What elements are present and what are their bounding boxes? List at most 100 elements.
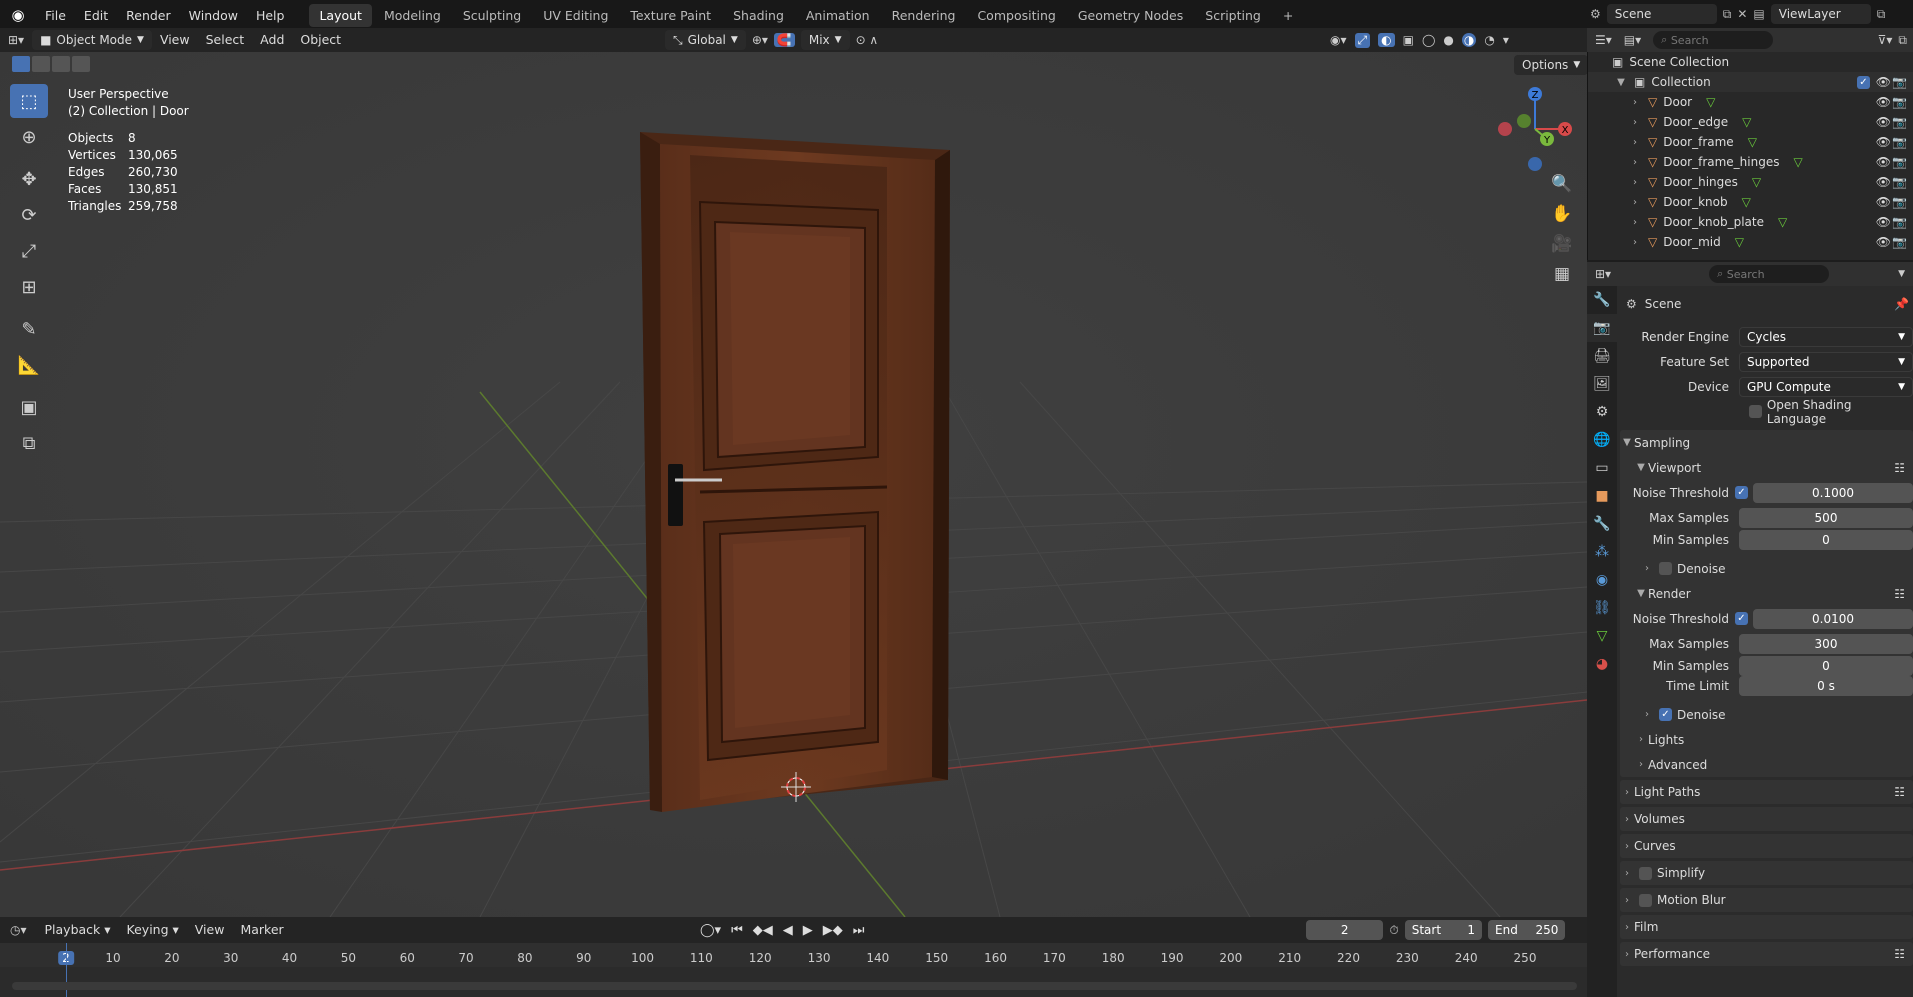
annotate-tool-icon[interactable]: ✎ [10,312,48,346]
material-shading-icon[interactable]: ◑ [1461,33,1477,47]
tab-texture-paint[interactable]: Texture Paint [620,4,721,27]
list-icon[interactable]: ☷ [1894,785,1913,799]
device-dropdown[interactable]: GPU Compute ▼ [1739,376,1913,397]
scale-tool-icon[interactable]: ⤢ [10,234,48,268]
scene-tab-icon[interactable]: ⚙ [1587,398,1617,426]
outliner-item[interactable]: › ▽ Door_hinges ▽ 👁 📷 [1588,172,1913,192]
chevron-right-icon[interactable]: › [1628,117,1642,128]
viewport-denoise-header[interactable]: › Denoise [1620,556,1913,581]
tab-geometry-nodes[interactable]: Geometry Nodes [1068,4,1193,27]
auto-key-icon[interactable]: ◯▾ [700,923,721,938]
menu-playback[interactable]: Playback ▾ [37,919,119,941]
menu-keying[interactable]: Keying ▾ [119,919,187,941]
chevron-right-icon[interactable]: › [1628,97,1642,108]
measure-tool-icon[interactable]: 📐 [10,348,48,382]
eye-icon[interactable]: 👁 [1876,155,1891,169]
camera-icon[interactable]: 📷 [1892,95,1907,109]
frame-ruler[interactable]: 210 20 30 40 50 60 70 80 90 100 110 120 130 140 150 160… [0,943,1587,967]
solid-shading-icon[interactable]: ● [1443,33,1453,47]
rendered-shading-icon[interactable]: ◔ [1484,33,1494,47]
sampling-header[interactable]: ▼ Sampling [1620,430,1913,455]
3d-viewport[interactable]: Options ▼ ⬚ ⊕ ✥ ⟳ ⤢ ⊞ ✎ 📐 ▣ ⧉ User Perspe… [0,52,1587,917]
chevron-down-icon[interactable]: ▼ [1898,269,1913,279]
outliner-scene-collection[interactable]: ▣ Scene Collection [1588,52,1913,72]
outliner-item[interactable]: › ▽ Door ▽ 👁 📷 [1588,92,1913,112]
editor-type-icon[interactable]: ⊞▾ [0,33,32,47]
max-samples-field[interactable]: 500 [1739,507,1913,528]
navigation-gizmo[interactable]: Z X Y [1490,84,1580,174]
proportional-edit-icon[interactable]: ⊙ ∧ [856,33,879,47]
chevron-down-icon[interactable]: ▼ [1614,77,1628,88]
tab-modeling[interactable]: Modeling [374,4,451,27]
render-engine-dropdown[interactable]: Cycles ▼ [1739,326,1913,347]
section-header[interactable]: › Curves [1620,834,1913,858]
rotate-tool-icon[interactable]: ⟳ [10,198,48,232]
advanced-subpanel-header[interactable]: › Advanced [1620,752,1913,777]
xray-icon[interactable]: ▣ [1403,33,1414,47]
camera-icon[interactable]: 📷 [1892,195,1907,209]
chevron-right-icon[interactable]: › [1628,177,1642,188]
visibility-icon[interactable]: ◉▾ [1330,33,1347,47]
current-frame-field[interactable]: 2 [1306,920,1384,940]
camera-icon[interactable]: 📷 [1892,175,1907,189]
mesh-data-icon[interactable]: ▽ [1742,195,1751,209]
section-header[interactable]: › Performance ☷ [1620,942,1913,966]
new-scene-icon[interactable]: ⧉ [1723,7,1732,22]
select-box-tool-icon[interactable]: ⬚ [10,84,48,118]
noise-threshold-field[interactable]: 0.1000 [1753,482,1913,503]
properties-editor-icon[interactable]: ⊞▾ [1587,267,1619,281]
delete-scene-icon[interactable]: ✕ [1737,7,1747,21]
timeline-scrollbar[interactable] [12,982,1577,990]
data-tab-icon[interactable]: ▽ [1587,622,1617,650]
eye-icon[interactable]: 👁 [1876,75,1891,89]
menu-render[interactable]: Render [117,8,180,23]
add-workspace-icon[interactable]: + [1273,4,1303,27]
door-model[interactable] [640,132,950,812]
neg-z-icon[interactable] [1528,157,1542,171]
mesh-data-icon[interactable]: ▽ [1748,135,1757,149]
timeline-area[interactable]: 210 20 30 40 50 60 70 80 90 100 110 120 130 140 150 160… [0,943,1587,997]
mode-selector[interactable]: ■ Object Mode ▼ [32,30,152,50]
add-cube-tool-icon[interactable]: ▣ [10,390,48,424]
menu-add[interactable]: Add [252,29,292,51]
preview-range-icon[interactable]: ⏱ [1389,923,1398,938]
outliner-item[interactable]: › ▽ Door_edge ▽ 👁 📷 [1588,112,1913,132]
orientation-selector[interactable]: ⤡ Global ▼ [665,30,746,50]
outliner-item[interactable]: › ▽ Door_frame_hinges ▽ 👁 📷 [1588,152,1913,172]
wireframe-shading-icon[interactable]: ◯ [1422,33,1435,47]
select-subtract-icon[interactable] [52,56,70,72]
eye-icon[interactable]: 👁 [1876,215,1891,229]
mesh-data-icon[interactable]: ▽ [1735,235,1744,249]
section-header[interactable]: › Motion Blur [1620,888,1913,912]
list-icon[interactable]: ☷ [1894,461,1913,475]
render-subpanel-header[interactable]: ▼ Render ☷ [1620,581,1913,606]
world-tab-icon[interactable]: 🌐 [1587,426,1617,454]
section-header[interactable]: › Simplify [1620,861,1913,885]
jump-end-icon[interactable]: ⏭ [853,923,865,938]
section-header[interactable]: › Film [1620,915,1913,939]
camera-view-icon[interactable]: 🎥 [1546,228,1578,260]
outliner-collection[interactable]: ▼ ▣ Collection ✓ 👁 📷 [1588,72,1913,92]
menu-window[interactable]: Window [180,8,247,23]
shading-options-icon[interactable]: ▾ [1503,33,1509,47]
outliner-item[interactable]: › ▽ Door_knob ▽ 👁 📷 [1588,192,1913,212]
tab-compositing[interactable]: Compositing [967,4,1065,27]
neg-x-icon[interactable] [1498,122,1512,136]
eye-icon[interactable]: 👁 [1876,135,1891,149]
new-view-layer-icon[interactable]: ⧉ [1877,7,1886,22]
menu-object[interactable]: Object [292,29,349,51]
overlay-toggle-icon[interactable]: ◐ [1378,33,1395,47]
render-denoise-header[interactable]: › ✓ Denoise [1620,702,1913,727]
outliner-search-input[interactable]: ⌕ Search [1653,31,1774,49]
perspective-grid-icon[interactable]: ▦ [1546,258,1578,290]
max-samples-field[interactable]: 300 [1739,633,1913,654]
outliner-item[interactable]: › ▽ Door_frame ▽ 👁 📷 [1588,132,1913,152]
chevron-right-icon[interactable]: › [1628,137,1642,148]
object-tab-icon[interactable]: ■ [1587,482,1617,510]
section-header[interactable]: › Light Paths ☷ [1620,780,1913,804]
eye-icon[interactable]: 👁 [1876,95,1891,109]
tool-tab-icon[interactable]: 🔧 [1587,286,1617,314]
menu-help[interactable]: Help [247,8,294,23]
camera-icon[interactable]: 📷 [1892,135,1907,149]
mesh-data-icon[interactable]: ▽ [1706,95,1715,109]
